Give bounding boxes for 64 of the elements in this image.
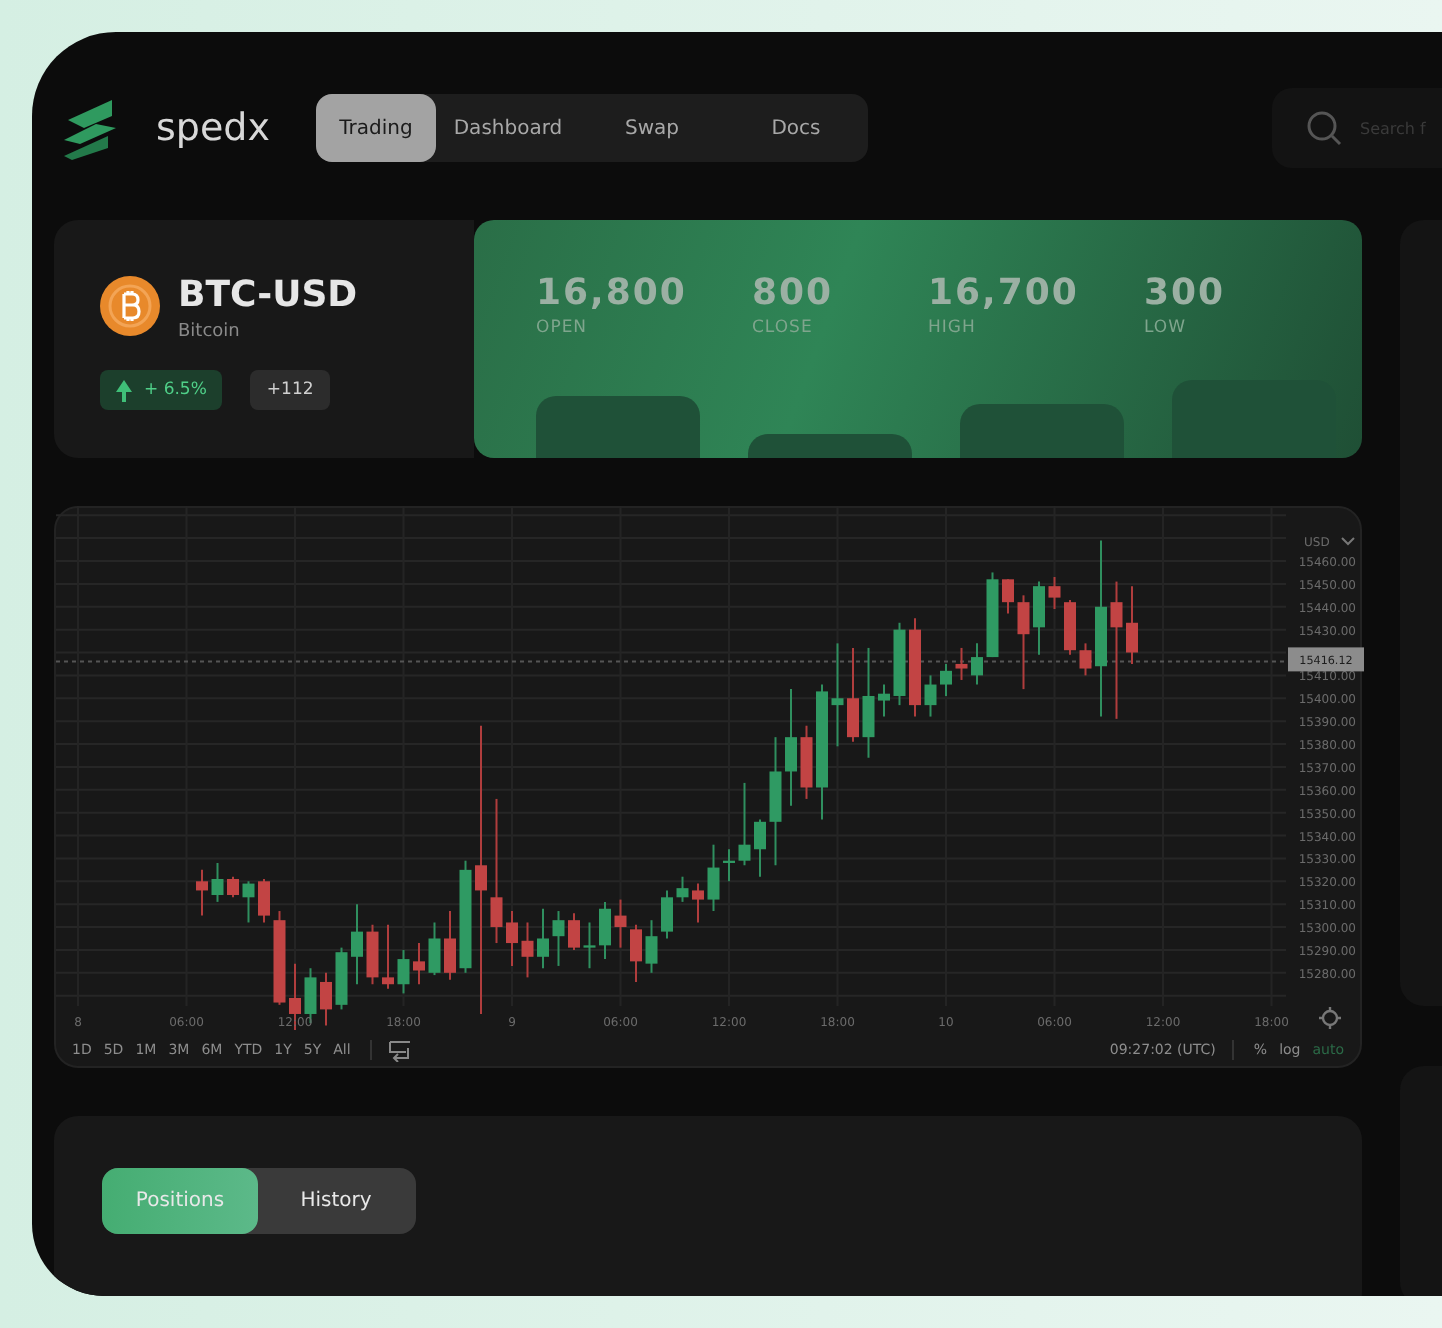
bitcoin-icon <box>100 276 160 336</box>
candlestick <box>630 923 642 983</box>
candlestick <box>614 898 627 949</box>
candlestick <box>971 642 983 686</box>
brand-name: spedx <box>156 106 270 150</box>
candlestick <box>847 646 859 743</box>
candlestick <box>831 642 844 748</box>
candlestick <box>955 646 968 681</box>
settings-icon[interactable] <box>1317 1005 1343 1031</box>
nav-tab[interactable]: Docs <box>724 94 868 162</box>
candlestick <box>382 923 394 990</box>
candlestick <box>661 889 673 940</box>
candlestick <box>320 971 332 1027</box>
candlestick <box>211 861 224 903</box>
candlestick <box>1002 578 1014 615</box>
candlestick <box>552 910 565 967</box>
candlestick <box>521 921 534 979</box>
stat-value: 300 <box>1144 274 1228 314</box>
candlestick <box>397 948 410 995</box>
candlestick <box>940 662 952 697</box>
stat-label: OPEN <box>536 318 590 338</box>
stat-value: 16,800 <box>536 274 689 314</box>
candlestick <box>1017 594 1030 691</box>
stat-label: HIGH <box>928 318 978 338</box>
candlestick <box>242 880 255 924</box>
asset-name: Bitcoin <box>178 322 242 342</box>
stat-value: 800 <box>752 274 836 314</box>
candlestick <box>1033 580 1045 656</box>
candlestick <box>196 868 208 917</box>
candlestick <box>366 923 379 986</box>
candlestick <box>599 900 611 961</box>
compare-icon[interactable] <box>388 1039 413 1061</box>
candlestick <box>785 688 797 807</box>
nav-tab[interactable]: Dashboard <box>436 94 580 162</box>
candlestick <box>676 875 689 903</box>
logo-icon <box>60 96 120 160</box>
up-arrow-icon <box>116 379 132 401</box>
candlestick <box>1048 576 1061 611</box>
candlestick <box>444 910 456 981</box>
caret-icon[interactable] <box>1341 537 1355 546</box>
stat-label: LOW <box>1144 318 1189 338</box>
candlestick <box>428 921 441 977</box>
candlestick <box>707 843 720 913</box>
candlestick <box>537 907 549 970</box>
candlestick <box>475 724 487 1015</box>
candlestick <box>924 674 937 718</box>
positions-tab[interactable]: History <box>258 1168 414 1234</box>
candlestick <box>583 921 596 970</box>
stat-label: CLOSE <box>752 318 815 338</box>
candlestick <box>258 878 270 924</box>
nav-tab[interactable]: Trading <box>316 94 436 162</box>
candlestick <box>227 875 239 899</box>
candlestick <box>645 919 658 974</box>
candlestick <box>413 942 425 986</box>
search-icon <box>1306 110 1342 146</box>
nav-tab[interactable]: Swap <box>580 94 724 162</box>
asset-symbol: BTC-USD <box>178 276 358 316</box>
delta-badge: +112 <box>250 370 330 410</box>
change-value: + 6.5% <box>144 380 207 400</box>
candlestick <box>568 912 580 951</box>
stat-value: 16,700 <box>928 274 1081 314</box>
price-tag <box>1288 647 1364 672</box>
candlestick <box>1079 642 1092 677</box>
candlestick <box>692 882 704 924</box>
